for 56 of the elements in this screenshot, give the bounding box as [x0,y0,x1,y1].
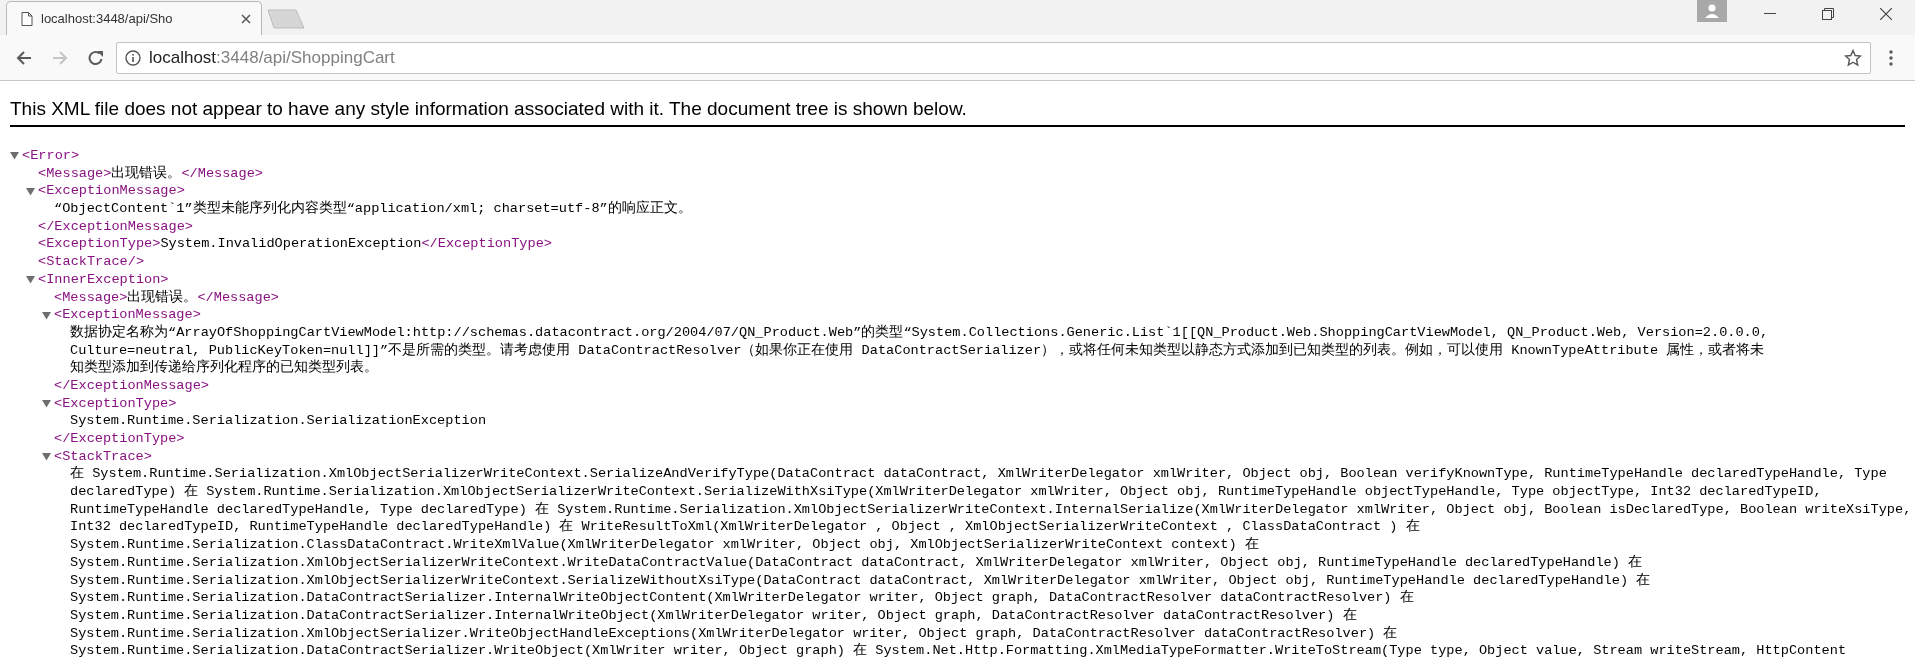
xml-text: 出现错误。 [111,164,182,183]
xml-text: 出现错误。 [127,288,198,307]
xml-text: “ObjectContent`1”类型未能序列化内容类型“application/xml; charset=utf-8”的响应正文。 [54,200,692,218]
info-message: This XML file does not appear to have any style information associated with it. The document tree is shown below. [9,97,968,120]
xml-text: System.Runtime.Serialization.DataContractSerializer.InternalWriteObject(XmlWriterDelegator writer, Object graph, DataContractResolver dataContractResolver) 在 [70,606,1357,625]
xml-tag: </ExceptionType> [54,430,185,448]
collapse-triangle-icon[interactable] [42,310,51,320]
back-icon [16,49,32,66]
xml-text: RuntimeTypeHandle declaredTypeHandle, Type declaredType) 在 System.Runtime.Serialization.XmlObjectSerializerWriteContext.InternalSerialize(XmlWriterDelegator xmlWriter, Object obj, Boolean isDeclaredType, Boolean writeXsiType, [70,500,1912,519]
xml-text: System.Runtime.Serialization.XmlObjectSerializerWriteContext.SerializeWithoutXsiType(DataContract dataContract, XmlWriterDelegator xmlWriter, Object obj, RuntimeTypeHandle declaredTypeHandle) 在 [70,571,1651,590]
restore-icon[interactable] [1822,8,1834,20]
xml-tag: <ExceptionType> [38,235,161,254]
xml-text: System.Runtime.Serialization.SerializationException [70,412,487,430]
xml-text: System.Runtime.Serialization.XmlObjectSerializerWriteContext.WriteDataContractValue(DataContract dataContract, XmlWriterDelegator xmlWriter, Object obj, RuntimeTypeHandle declaredTypeHandle) 在 [70,553,1643,572]
xml-tag: <ExceptionType> [54,394,177,413]
close-icon[interactable] [1880,8,1892,20]
xml-tag: <ExceptionMessage> [38,182,185,201]
xml-tag: <StackTrace/> [38,253,145,271]
xml-tag: </ExceptionMessage> [54,376,209,395]
address-field[interactable]: localhost:3448/api/ShoppingCart [116,41,1871,74]
minimize-icon[interactable] [1764,13,1776,15]
xml-tag: <Error> [22,147,80,165]
xml-text: System.Runtime.Serialization.ClassDataContract.WriteXmlValue(XmlWriterDelegator xmlWriter, Object obj, XmlObjectSerializerWriteContext context) 在 [70,536,1259,554]
xml-tag: </ExceptionMessage> [38,217,193,236]
xml-tag: </ExceptionType> [421,235,552,254]
collapse-triangle-icon[interactable] [10,151,19,161]
xml-tag: <InnerException> [38,270,169,289]
xml-text: System.Runtime.Serialization.DataContractSerializer.WriteObject(XmlWriter writer, Object graph) 在 System.Net.Http.Formatting.XmlMediaTypeFormatter.WriteToStream(Type type, Object value, Stream writeStream, HttpContent [70,642,1847,660]
xml-text: declaredType) 在 System.Runtime.Serialization.XmlObjectSerializerWriteContext.SerializeWithXsiType(XmlWriterDelegator xmlWriter, Object obj, RuntimeTypeHandle objectTypeHandle, Type objectType, Int32 declaredTypeID, [70,483,1822,501]
xml-text: Int32 declaredTypeID, RuntimeTypeHandle declaredTypeHandle) 在 WriteResultToXml(XmlWriterDelegator , Object , XmlObjectSerializerWriteContext , ClassDataContract ) 在 [70,518,1420,537]
xml-text: 知类型添加到传递给序列化程序的已知类型列表。 [70,359,378,377]
info-icon[interactable] [125,49,141,66]
xml-text: 在 System.Runtime.Serialization.XmlObjectSerializerWriteContext.SerializeAndVerifyType(DataContract dataContract, XmlWriterDelegator xmlWriter, Object obj, Boolean verifyKnownType, RuntimeTypeHandle declaredTypeHandle, Type [70,465,1887,484]
collapse-triangle-icon[interactable] [42,398,51,408]
url-text: localhost:3448/api/ShoppingCart [149,46,395,69]
menu-icon [1889,49,1893,66]
browser-tab[interactable]: localhost:3448/api/Sho [6,1,262,35]
xml-tag: <Message> [54,288,128,307]
collapse-triangle-icon[interactable] [42,452,51,462]
xml-tag: </Message> [197,288,279,307]
xml-text: Culture=neutral, PublicKeyToken=null]]”不是所需的类型。请考虑使用 DataContractResolver（如果你正在使用 DataContractSerializer），或将任何未知类型以静态方式添加到已知类型的列表。例如，可以使用 KnownTypeAttribute 属性，或者将未 [70,341,1765,359]
forward-icon [52,49,68,66]
xml-tag: </Message> [181,164,263,183]
star-icon[interactable] [1844,48,1862,67]
close-icon[interactable] [241,13,251,24]
collapse-triangle-icon[interactable] [26,186,35,196]
xml-text: 数据协定名称为“ArrayOfShoppingCartViewModel:http://schemas.datacontract.org/2004/07/QN_Product.Web”的类型“System.Collections.Generic.List`1[[QN_Product.Web.ShoppingCartViewModel, QN_Product.Web, Version=2.0.0.0, [70,323,1769,342]
xml-tag: <ExceptionMessage> [54,306,201,324]
xml-text: System.Runtime.Serialization.DataContractSerializer.InternalWriteObjectContent(XmlWriterDelegator writer, Object graph, DataContractResolver dataContractResolver) 在 [70,589,1414,607]
reload-icon [88,49,104,66]
page-icon [21,11,33,26]
xml-tag: <StackTrace> [54,447,152,466]
collapse-triangle-icon[interactable] [26,275,35,285]
xml-tag: <Message> [38,164,112,183]
xml-text: System.InvalidOperationException [160,235,422,254]
xml-text: System.Runtime.Serialization.XmlObjectSerializer.WriteObjectHandleExceptions(XmlWriterDelegator writer, Object graph, DataContractResolver dataContractResolver) 在 [70,624,1398,643]
